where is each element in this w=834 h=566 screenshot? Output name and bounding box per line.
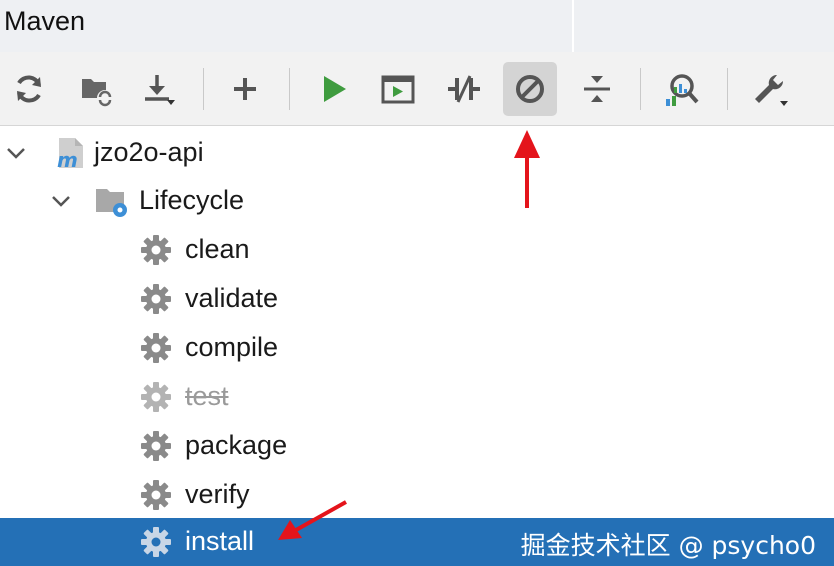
gear-icon [141,480,171,510]
terminal-icon [381,75,415,104]
folder-refresh-icon [82,79,113,107]
reload-all-projects-button[interactable] [2,62,56,116]
gear-icon [141,382,171,412]
chevron-down-icon[interactable] [49,189,73,213]
download-icon [145,75,175,105]
annotation-arrow-up [514,130,540,208]
toolbar-separator [203,68,204,110]
offline-icon [448,75,480,103]
run-icon [324,76,346,102]
lifecycle-goal-verify[interactable]: verify [0,471,834,519]
annotation-arrow-left [278,500,347,540]
skip-tests-button[interactable] [503,62,557,116]
goal-label: verify [185,479,250,509]
collapse-icon [584,76,610,102]
svg-text:m: m [57,148,78,170]
maven-module-icon: m [57,138,83,170]
download-sources-button[interactable] [132,62,186,116]
maven-settings-button[interactable] [742,62,796,116]
lifecycle-goal-package[interactable]: package [0,422,834,470]
toolbar-separator [640,68,641,110]
tool-window-title: Maven [4,6,86,36]
gear-icon [141,284,171,314]
gear-icon [141,527,171,557]
lifecycle-goal-test[interactable]: test [0,373,834,421]
maven-project-tree: m jzo2o-api Lifecycle clean validate com… [0,127,834,566]
lifecycle-goal-validate[interactable]: validate [0,275,834,323]
gear-icon [141,333,171,363]
refresh-icon [17,75,41,103]
chevron-down-icon[interactable] [4,141,28,165]
gear-icon [141,431,171,461]
wrench-icon [755,74,788,106]
collapse-all-button[interactable] [570,62,624,116]
execute-maven-goal-button[interactable] [371,62,425,116]
lifecycle-goal-install[interactable]: install 掘金技术社区 @ psycho0 [0,518,834,566]
tree-node-lifecycle[interactable]: Lifecycle [0,177,834,225]
lifecycle-goal-compile[interactable]: compile [0,324,834,372]
goal-label: package [185,430,288,460]
lifecycle-goal-clean[interactable]: clean [0,226,834,274]
lifecycle-label: Lifecycle [139,185,245,215]
project-label: jzo2o-api [94,137,204,167]
generate-sources-button[interactable] [68,62,122,116]
plus-icon [234,78,256,100]
toggle-offline-mode-button[interactable] [437,62,491,116]
folder-gear-icon [96,189,127,217]
goal-label: validate [185,283,279,313]
analyze-icon [666,74,699,106]
header-divider [572,0,574,52]
goal-label-skipped: test [185,381,229,411]
goal-label: clean [185,234,250,264]
toolbar-separator [289,68,290,110]
add-maven-project-button[interactable] [218,62,272,116]
goal-label: install [185,526,255,556]
toolbar-separator [727,68,728,110]
analyze-dependencies-button[interactable] [654,62,708,116]
tree-node-project[interactable]: m jzo2o-api [0,129,834,177]
skip-icon [516,75,544,103]
goal-label: compile [185,332,279,362]
run-maven-build-button[interactable] [306,62,360,116]
watermark: 掘金技术社区 @ psycho0 [520,531,816,560]
maven-toolbar [0,52,834,126]
gear-icon [141,235,171,265]
tool-window-header: Maven [0,0,834,52]
